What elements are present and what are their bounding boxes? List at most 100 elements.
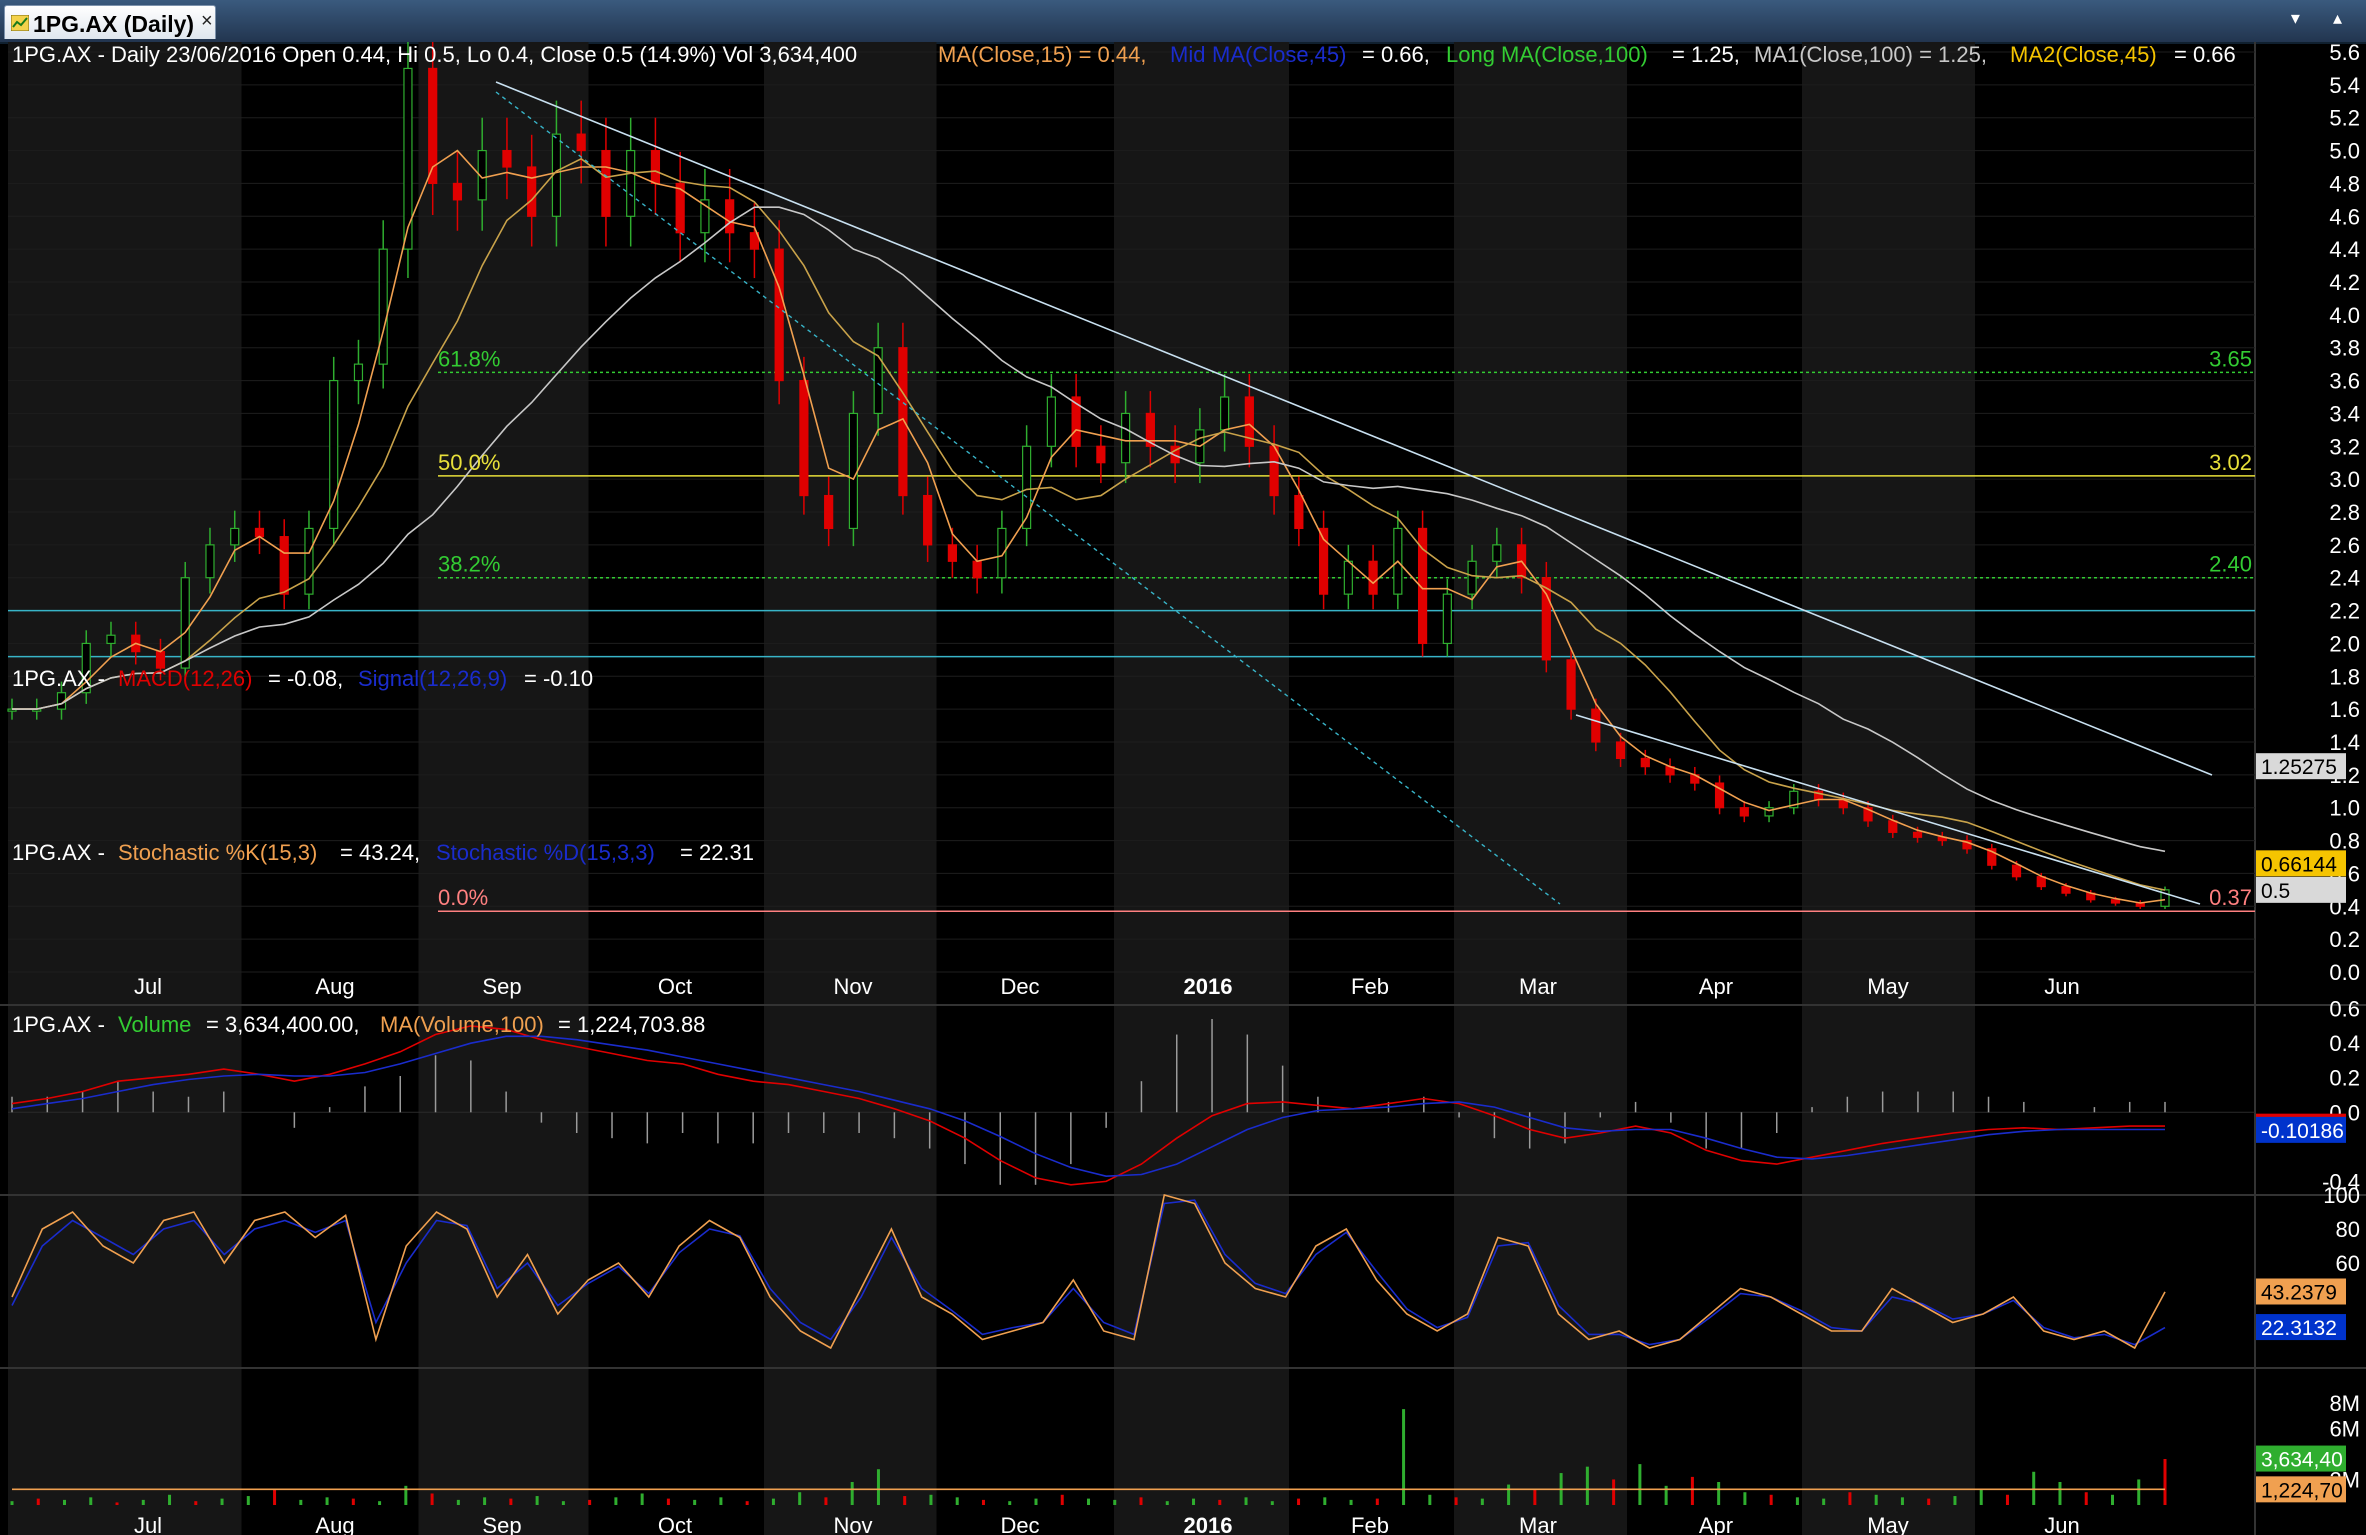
price-tick-label: 1.8 [2329, 664, 2360, 689]
volume-x-label: Mar [1519, 1513, 1557, 1535]
price-tick-label: 3.4 [2329, 401, 2360, 426]
volume-x-label: Aug [315, 1513, 354, 1535]
price-x-label: Nov [833, 974, 872, 999]
macd-info-val: = -0.08, [268, 666, 343, 691]
fib-level-pct: 61.8% [438, 346, 500, 371]
price-info-ma2-val: = 0.66 [2174, 42, 2236, 67]
stoch-marker-text: 22.3132 [2261, 1317, 2337, 1340]
volume-tick-label: 8M [2329, 1391, 2360, 1416]
price-marker-text: 1.25275 [2261, 756, 2337, 779]
price-tick-label: 2.2 [2329, 599, 2360, 624]
vol-info-val: = 3,634,400.00, [206, 1012, 360, 1037]
stoch-k-val: = 43.24, [340, 840, 420, 865]
price-tick-label: 5.6 [2329, 42, 2360, 65]
candle-body [1442, 593, 1452, 645]
fib-level-value: 0.37 [2209, 885, 2252, 910]
price-tick-label: 3.8 [2329, 336, 2360, 361]
candle-body [923, 494, 933, 546]
candle-body [1739, 807, 1749, 817]
price-info-long-ma: Long MA(Close,100) [1446, 42, 1648, 67]
signal-info-label: Signal(12,26,9) [358, 666, 507, 691]
candle-body [873, 347, 883, 415]
macd-tick-label: 0.2 [2329, 1066, 2360, 1091]
price-tick-label: 5.2 [2329, 106, 2360, 131]
price-x-label: Feb [1351, 974, 1389, 999]
price-x-label: Jun [2044, 974, 2079, 999]
candle-body [1096, 445, 1106, 464]
volume-x-label: Dec [1000, 1513, 1039, 1535]
candle-body [254, 527, 265, 538]
macd-marker-text: -0.10186 [2261, 1120, 2344, 1143]
price-info-mid-val: = 0.66, [1362, 42, 1430, 67]
price-marker-text: 0.5 [2261, 880, 2290, 903]
price-tick-label: 4.8 [2329, 171, 2360, 196]
fib-level-value: 2.40 [2209, 552, 2252, 577]
price-tick-label: 2.6 [2329, 533, 2360, 558]
candle-body [230, 527, 240, 546]
price-tick-label: 5.0 [2329, 139, 2360, 164]
price-tick-label: 0.8 [2329, 829, 2360, 854]
candle-body [1467, 560, 1477, 595]
candle-body [1888, 820, 1898, 833]
volume-x-label: 2016 [1184, 1513, 1233, 1535]
price-x-label: May [1867, 974, 1909, 999]
candle-body [1046, 396, 1056, 447]
macd-info-symbol: 1PG.AX - [12, 666, 105, 691]
candle-body [1294, 494, 1304, 530]
close-icon[interactable]: × [201, 10, 213, 33]
vol-info-symbol: 1PG.AX - [12, 1012, 105, 1037]
vol-ma-label: MA(Volume,100) [380, 1012, 544, 1037]
signal-info-val: = -0.10 [524, 666, 593, 691]
price-tick-label: 2.4 [2329, 566, 2360, 591]
price-x-label: Sep [482, 974, 521, 999]
candle-body [279, 536, 289, 595]
candle-body [1591, 708, 1601, 743]
price-info-mid-label: Mid [1170, 42, 1205, 67]
price-info-ma1: MA1(Close,100) = 1.25, [1754, 42, 1987, 67]
candle-body [452, 182, 463, 201]
fib-level-value: 3.02 [2209, 450, 2252, 475]
price-tick-label: 3.0 [2329, 467, 2360, 492]
candle-body [304, 527, 314, 595]
candle-body [774, 248, 784, 382]
stoch-d-val: = 22.31 [680, 840, 754, 865]
window-controls[interactable]: ▾ ▴ [2291, 8, 2356, 29]
candle-body [601, 149, 611, 217]
price-x-label: Mar [1519, 974, 1557, 999]
price-tick-label: 3.6 [2329, 369, 2360, 394]
candle-body [650, 149, 661, 185]
price-tick-label: 3.2 [2329, 434, 2360, 459]
volume-x-label: Nov [833, 1513, 872, 1535]
candle-body [799, 379, 809, 497]
macd-info-label: MACD(12,26) [118, 666, 252, 691]
candle-body [2061, 885, 2071, 894]
candle-body [1492, 544, 1502, 562]
candle-body [1343, 560, 1353, 595]
price-info-ma15: MA(Close,15) = 0.44, [938, 42, 1146, 67]
price-tick-label: 2.0 [2329, 631, 2360, 656]
price-x-label: Aug [315, 974, 354, 999]
stoch-k-label: Stochastic %K(15,3) [118, 840, 317, 865]
fib-level-pct: 38.2% [438, 552, 500, 577]
chart-canvas[interactable]: 0.00.20.40.60.81.01.21.41.61.82.02.22.42… [0, 42, 2366, 1535]
chart-window: 1PG.AX (Daily) × ▾ ▴ 0.0 0.2 0.4 0.6 0.8 1.0 1… [0, 0, 2366, 1535]
candle-body [378, 248, 388, 365]
price-info-long-val: = 1.25, [1672, 42, 1740, 67]
fib-level-value: 3.65 [2209, 346, 2252, 371]
volume-x-label: Feb [1351, 1513, 1389, 1535]
volume-marker-text: 1,224,70 [2261, 1479, 2343, 1502]
month-band [1802, 42, 1975, 1535]
price-tick-label: 5.4 [2329, 73, 2360, 98]
price-tick-label: 2.8 [2329, 500, 2360, 525]
price-info-symbol: 1PG.AX - Daily 23/06/2016 Open 0.44, Hi … [12, 42, 857, 67]
candle-body [824, 494, 834, 530]
candle-body [972, 560, 982, 579]
tab-1pg-daily[interactable]: 1PG.AX (Daily) × [4, 5, 216, 39]
price-x-label: Dec [1000, 974, 1039, 999]
candle-body [106, 634, 116, 645]
price-tick-label: 4.6 [2329, 204, 2360, 229]
candle-body [1566, 659, 1576, 710]
price-x-label: Oct [658, 974, 692, 999]
price-tick-label: 1.6 [2329, 697, 2360, 722]
price-tick-label: 4.4 [2329, 237, 2360, 262]
